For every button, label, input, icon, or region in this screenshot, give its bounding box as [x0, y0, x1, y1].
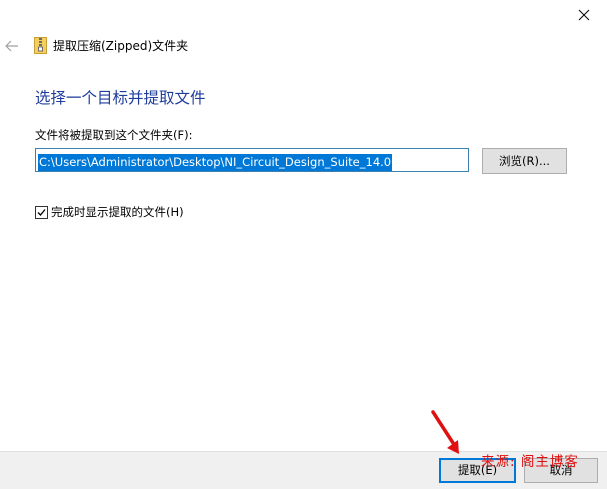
show-files-label: 完成时显示提取的文件(H): [51, 205, 184, 219]
browse-button[interactable]: 浏览(R)...: [482, 148, 567, 174]
watermark-text: 来源: 阁主博客: [481, 454, 579, 470]
destination-path-input[interactable]: C:\Users\Administrator\Desktop\NI_Circui…: [35, 148, 469, 172]
destination-label: 文件将被提取到这个文件夹(F):: [35, 128, 193, 142]
close-button[interactable]: [561, 0, 607, 30]
back-arrow-icon: [5, 37, 19, 56]
back-button[interactable]: [2, 36, 22, 56]
red-arrow-annotation: [425, 408, 465, 458]
page-heading: 选择一个目标并提取文件: [35, 89, 206, 107]
close-icon: [578, 9, 590, 21]
show-files-option[interactable]: 完成时显示提取的文件(H): [35, 204, 184, 220]
destination-path-text: C:\Users\Administrator\Desktop\NI_Circui…: [38, 154, 393, 171]
wizard-title: 提取压缩(Zipped)文件夹: [53, 39, 189, 53]
show-files-checkbox[interactable]: [35, 205, 48, 219]
zip-folder-icon: [34, 37, 47, 54]
extract-zip-dialog: 提取压缩(Zipped)文件夹 选择一个目标并提取文件 文件将被提取到这个文件夹…: [0, 0, 607, 489]
